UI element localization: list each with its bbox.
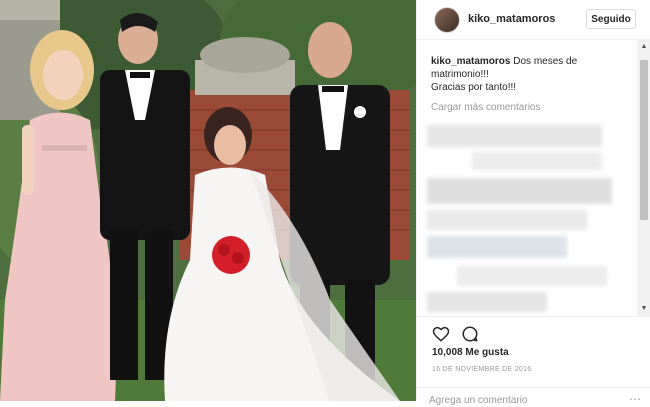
header-username[interactable]: kiko_matamoros — [468, 13, 555, 25]
heart-icon[interactable] — [432, 325, 450, 343]
comments-scrollbar[interactable]: ▲ ▼ — [637, 40, 650, 316]
caption-text-3: Gracias por tanto!!! — [431, 82, 517, 93]
ellipsis-icon[interactable]: ⋯ — [629, 392, 641, 406]
caption-username[interactable]: kiko_matamoros — [431, 56, 510, 67]
scrollbar-thumb[interactable] — [640, 60, 648, 220]
speech-bubble-icon[interactable] — [461, 325, 479, 343]
user-avatar[interactable] — [434, 7, 460, 33]
post-header: kiko_matamoros Seguido — [417, 0, 650, 40]
scroll-down-icon[interactable]: ▼ — [637, 302, 650, 316]
following-button[interactable]: Seguido — [586, 9, 636, 29]
load-more-comments-link[interactable]: Cargar más comentarios — [431, 102, 540, 113]
comments-area: kiko_matamoros Dos meses de matrimonio!!… — [417, 40, 637, 316]
post-sidebar: kiko_matamoros Seguido kiko_matamoros Do… — [416, 0, 650, 407]
wedding-photo-illustration — [0, 0, 416, 401]
like-count[interactable]: 10,008 Me gusta — [432, 347, 509, 358]
caption-text-2: matrimonio!!! — [431, 69, 489, 80]
post-photo[interactable] — [0, 0, 416, 401]
scroll-up-icon[interactable]: ▲ — [637, 40, 650, 54]
post-caption: kiko_matamoros Dos meses de matrimonio!!… — [431, 55, 631, 94]
comment-input[interactable] — [429, 393, 599, 407]
action-bar — [417, 316, 650, 346]
caption-line-1: kiko_matamoros Dos meses de — [431, 55, 631, 68]
add-comment-bar: ⋯ — [417, 387, 650, 407]
caption-text-1: Dos meses de — [513, 56, 578, 67]
post-date: 16 DE NOVIEMBRE DE 2016 — [432, 366, 532, 373]
